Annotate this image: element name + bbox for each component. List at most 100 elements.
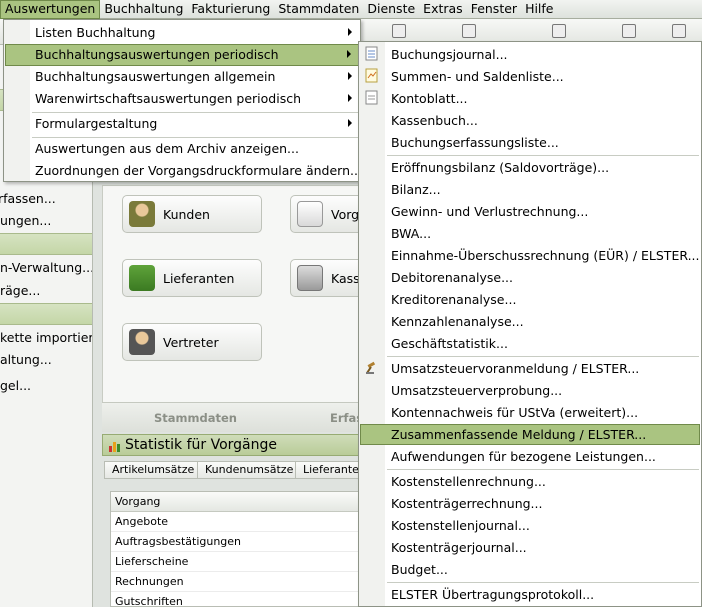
sidebar-item[interactable]: kette importiere (0, 330, 92, 345)
sidebar-item[interactable]: n-Verwaltung... (0, 260, 92, 275)
menu-item-bwa[interactable]: BWA... (360, 223, 700, 244)
menu-item-label: Kostenstellenrechnung... (391, 474, 546, 489)
auswertungen-menu: Listen Buchhaltung Buchhaltungsauswertun… (3, 19, 362, 182)
sidebar-item[interactable]: räge... (0, 283, 40, 298)
menu-item-label: Buchhaltungsauswertungen periodisch (35, 47, 279, 62)
menu-separator (387, 356, 699, 357)
menu-item-label: Einnahme-Überschussrechnung (EÜR) / ELST… (391, 248, 700, 263)
menu-hilfe[interactable]: Hilfe (521, 0, 557, 19)
gavel-icon (366, 361, 376, 374)
menu-item-label: Auswertungen aus dem Archiv anzeigen... (35, 141, 299, 156)
submenu-arrow-icon (348, 119, 352, 127)
menu-item-elster-protokoll[interactable]: ELSTER Übertragungsprotokoll... (360, 584, 700, 605)
sidebar-section-header[interactable] (0, 303, 92, 325)
menu-item-label: Bilanz... (391, 182, 441, 197)
menu-item-ust-verprobung[interactable]: Umsatzsteuerverprobung... (360, 380, 700, 401)
menu-item-summen-saldenliste[interactable]: Summen- und Saldenliste... (360, 66, 700, 87)
sidebar-item[interactable]: altung... (0, 352, 52, 367)
menu-separator (387, 469, 699, 470)
vertreter-button[interactable]: Vertreter (122, 323, 262, 361)
menu-item-bilanz[interactable]: Bilanz... (360, 179, 700, 200)
menu-item-buchhaltungsauswertungen-periodisch[interactable]: Buchhaltungsauswertungen periodisch (5, 44, 360, 66)
sidebar-section-header[interactable] (0, 233, 92, 255)
menu-item-kennzahlenanalyse[interactable]: Kennzahlenanalyse... (360, 311, 700, 332)
menu-item-kontennachweis[interactable]: Kontennachweis für UStVa (erweitert)... (360, 402, 700, 423)
tab-artikelumsaetze[interactable]: Artikelumsätze (104, 461, 203, 479)
menu-item-label: Kontoblatt... (391, 91, 468, 106)
menu-item-label: Listen Buchhaltung (35, 25, 156, 40)
menu-item-kostenstellenrechnung[interactable]: Kostenstellenrechnung... (360, 471, 700, 492)
menu-item-label: Buchhaltungsauswertungen allgemein (35, 69, 276, 84)
submenu-arrow-icon (348, 94, 352, 102)
menu-item-kassenbuch[interactable]: Kassenbuch... (360, 110, 700, 131)
menu-item-buchungsjournal[interactable]: Buchungsjournal... (360, 44, 700, 65)
menu-item-ustva[interactable]: Umsatzsteuervoranmeldung / ELSTER... (360, 358, 700, 379)
menu-separator (387, 582, 699, 583)
menu-item-label: Gewinn- und Verlustrechnung... (391, 204, 589, 219)
menu-item-label: Zuordnungen der Vorgangsdruckformulare ä… (35, 163, 362, 178)
menu-item-label: Umsatzsteuerverprobung... (391, 383, 563, 398)
menu-dienste[interactable]: Dienste (363, 0, 419, 19)
menu-separator (387, 155, 699, 156)
menu-extras[interactable]: Extras (419, 0, 467, 19)
sidebar-item[interactable]: gel... (0, 378, 31, 393)
menu-item-kreditorenanalyse[interactable]: Kreditorenanalyse... (360, 289, 700, 310)
lieferanten-button[interactable]: Lieferanten (122, 259, 262, 297)
menu-item-label: Buchungserfassungsliste... (391, 135, 559, 150)
kunden-button[interactable]: Kunden (122, 195, 262, 233)
toolbar-monitor-icon[interactable] (672, 24, 686, 38)
menu-item-label: Buchungsjournal... (391, 47, 508, 62)
menu-item-listen-buchhaltung[interactable]: Listen Buchhaltung (5, 22, 360, 44)
salesman-icon (129, 329, 155, 355)
menu-item-euer[interactable]: Einnahme-Überschussrechnung (EÜR) / ELST… (360, 245, 700, 266)
menu-item-buchhaltungsauswertungen-allgemein[interactable]: Buchhaltungsauswertungen allgemein (5, 66, 360, 88)
menu-auswertungen[interactable]: Auswertungen (0, 0, 101, 19)
menu-item-formulargestaltung[interactable]: Formulargestaltung (5, 113, 360, 135)
toolbar-clipboard-icon[interactable] (552, 24, 566, 38)
menu-item-kostentraegerrechnung[interactable]: Kostenträgerrechnung... (360, 493, 700, 514)
menu-item-zuordnungen[interactable]: Zuordnungen der Vorgangsdruckformulare ä… (5, 160, 362, 182)
menu-item-label: Debitorenanalyse... (391, 270, 513, 285)
menu-item-kostentraegerjournal[interactable]: Kostenträgerjournal... (360, 537, 700, 558)
lieferanten-label: Lieferanten (163, 270, 235, 286)
menu-item-archiv[interactable]: Auswertungen aus dem Archiv anzeigen... (5, 138, 360, 160)
menu-item-kontoblatt[interactable]: Kontoblatt... (360, 88, 700, 109)
menu-item-warenwirtschaftsauswertungen[interactable]: Warenwirtschaftsauswertungen periodisch (5, 88, 360, 110)
stammdaten-tab[interactable]: Stammdaten (154, 411, 237, 425)
menu-item-eroeffnungsbilanz[interactable]: Eröffnungsbilanz (Saldovorträge)... (360, 157, 700, 178)
tab-kundenumsaetze[interactable]: Kundenumsätze (197, 461, 302, 479)
toolbar-document-icon[interactable] (462, 24, 476, 38)
menu-item-label: Budget... (391, 562, 448, 577)
sidebar-item[interactable]: ungen... (0, 213, 51, 228)
menu-item-label: Eröffnungsbilanz (Saldovorträge)... (391, 160, 610, 175)
menu-item-label: Formulargestaltung (35, 116, 158, 131)
menu-item-kostenstellenjournal[interactable]: Kostenstellenjournal... (360, 515, 700, 536)
menu-item-debitorenanalyse[interactable]: Debitorenanalyse... (360, 267, 700, 288)
cash-register-icon (297, 265, 323, 291)
menu-item-budget[interactable]: Budget... (360, 559, 700, 580)
toolbar-box-icon[interactable] (622, 24, 636, 38)
periodisch-submenu: Buchungsjournal... Summen- und Saldenlis… (358, 41, 702, 607)
journal-icon (365, 46, 378, 61)
person-icon (129, 201, 155, 227)
menu-fenster[interactable]: Fenster (467, 0, 521, 19)
menu-item-zusammenfassende-meldung[interactable]: Zusammenfassende Meldung / ELSTER... (360, 424, 700, 445)
menu-item-buchungserfassungsliste[interactable]: Buchungserfassungsliste... (360, 132, 700, 153)
menu-bar: Auswertungen Buchhaltung Fakturierung St… (0, 0, 702, 19)
toolbar-paperclip-icon[interactable] (392, 24, 406, 38)
menu-item-label: Kostenträgerrechnung... (391, 496, 543, 511)
submenu-arrow-icon (348, 72, 352, 80)
sidebar-item[interactable]: rfassen... (0, 191, 56, 206)
menu-item-aufwendungen[interactable]: Aufwendungen für bezogene Leistungen... (360, 446, 700, 467)
menu-buchhaltung[interactable]: Buchhaltung (100, 0, 187, 19)
app-window: Auswertungen Buchhaltung Fakturierung St… (0, 0, 702, 607)
menu-item-label: Kassenbuch... (391, 113, 478, 128)
menu-fakturierung[interactable]: Fakturierung (187, 0, 274, 19)
menu-stammdaten[interactable]: Stammdaten (274, 0, 363, 19)
menu-item-label: Kostenstellenjournal... (391, 518, 530, 533)
menu-item-geschaeftstatistik[interactable]: Geschäftstatistik... (360, 333, 700, 354)
menu-item-label: Kreditorenanalyse... (391, 292, 517, 307)
clipboard-icon (297, 201, 323, 227)
menu-item-guv[interactable]: Gewinn- und Verlustrechnung... (360, 201, 700, 222)
menu-item-label: BWA... (391, 226, 432, 241)
